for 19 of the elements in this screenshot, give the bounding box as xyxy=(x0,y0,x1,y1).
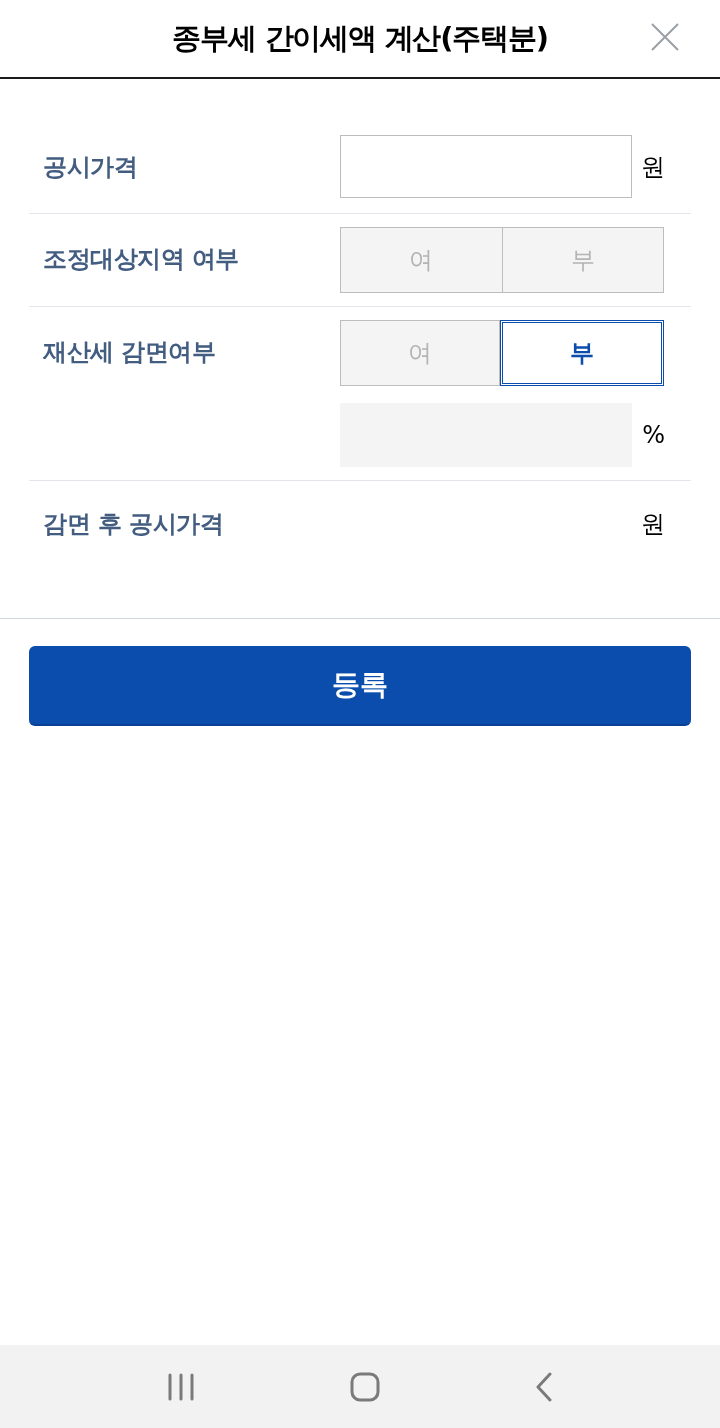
toggle-option[interactable]: 여 xyxy=(340,227,503,293)
submit-button[interactable]: 등록 xyxy=(29,646,691,726)
field-label: 재산세 감면여부 xyxy=(43,337,216,368)
home-icon[interactable] xyxy=(350,1371,380,1402)
field-label: 감면 후 공시가격 xyxy=(43,509,224,540)
close-icon xyxy=(651,23,679,51)
toggle-option[interactable]: 부 xyxy=(502,227,664,293)
recent-apps-icon[interactable] xyxy=(167,1372,196,1401)
field-label: 공시가격 xyxy=(43,152,137,183)
unit-label: % xyxy=(642,420,665,451)
unit-label: 원 xyxy=(641,151,665,183)
unit-label: 원 xyxy=(641,509,665,540)
dialog-title: 종부세 간이세액 계산(주택분) xyxy=(172,19,548,57)
input-field[interactable] xyxy=(340,135,632,198)
toggle-option[interactable]: 부 xyxy=(500,320,664,386)
back-icon[interactable] xyxy=(534,1371,553,1402)
toggle-option[interactable]: 여 xyxy=(340,320,500,386)
close-button[interactable] xyxy=(650,22,680,52)
field-label: 조정대상지역 여부 xyxy=(43,244,239,275)
